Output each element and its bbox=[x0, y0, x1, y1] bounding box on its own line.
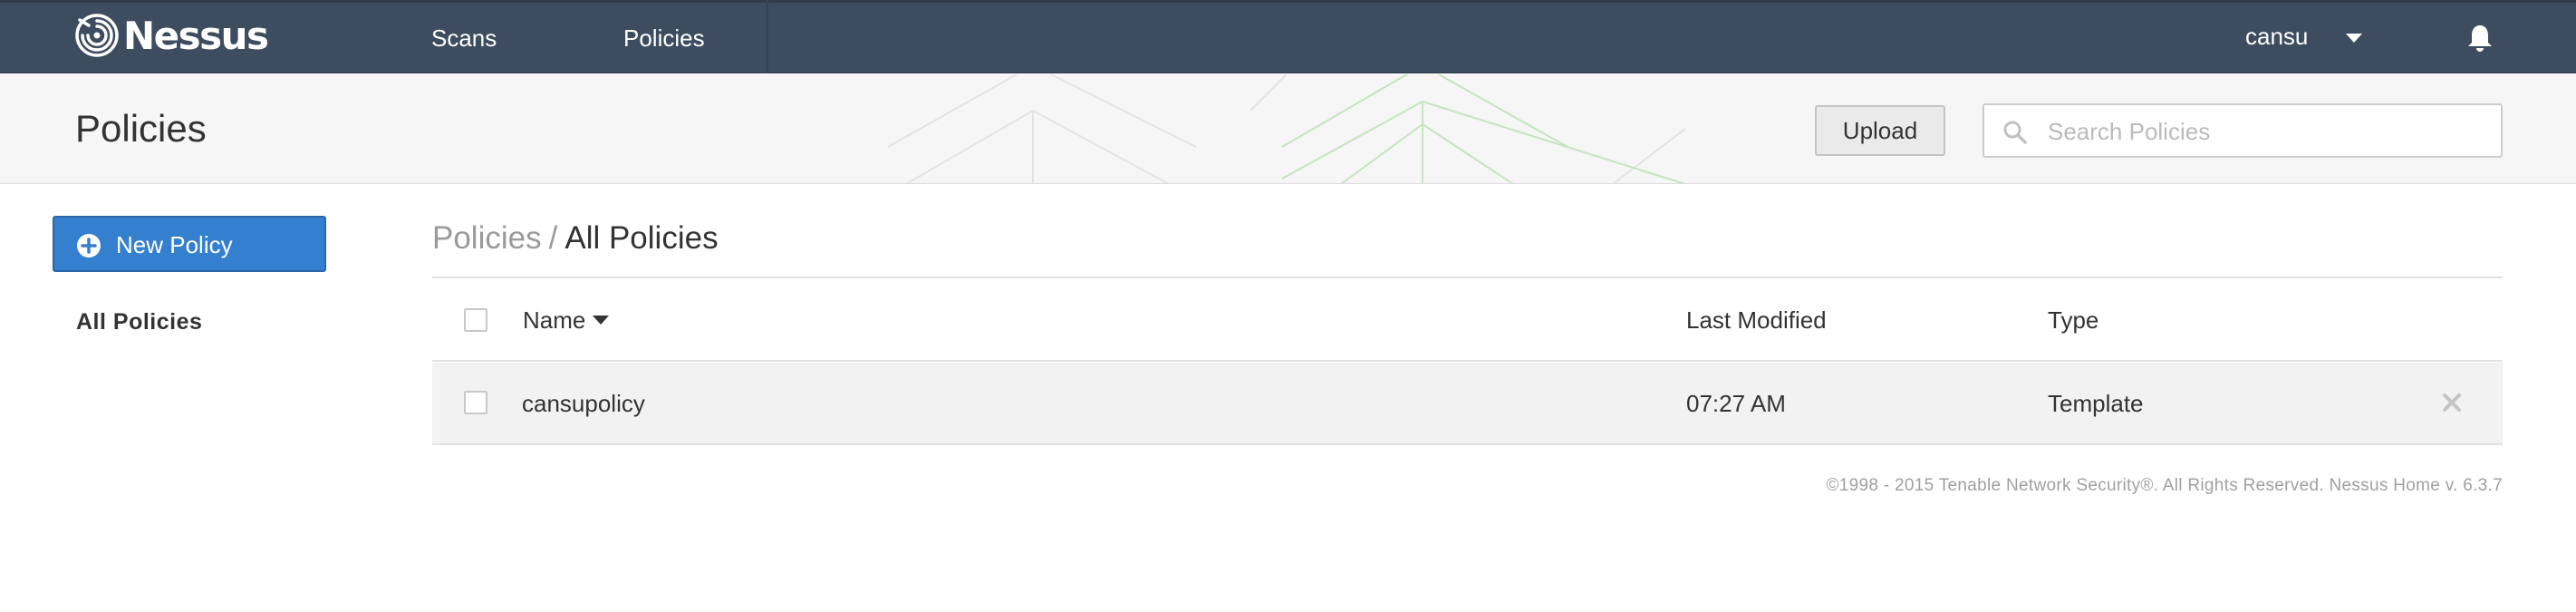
nessus-swirl-icon bbox=[75, 14, 119, 57]
column-header-name-label: Name bbox=[523, 306, 586, 334]
select-all-checkbox[interactable] bbox=[464, 308, 487, 332]
row-type: Template bbox=[2048, 390, 2144, 417]
background-pattern bbox=[887, 74, 1686, 183]
logo-text: Nessus bbox=[123, 13, 269, 58]
search-icon bbox=[2003, 121, 2027, 144]
row-last-modified: 07:27 AM bbox=[1686, 390, 1786, 417]
column-header-name[interactable]: Name bbox=[523, 278, 610, 362]
search-input[interactable] bbox=[2048, 116, 2483, 147]
nav-scans-link[interactable]: Scans bbox=[431, 0, 497, 73]
nav-divider bbox=[767, 0, 768, 73]
breadcrumb-parent-link[interactable]: Policies bbox=[432, 220, 542, 256]
upload-button[interactable]: Upload bbox=[1815, 105, 1945, 156]
column-header-type[interactable]: Type bbox=[2048, 278, 2098, 362]
breadcrumb: Policies / All Policies bbox=[432, 220, 719, 257]
sidebar-item-all-policies[interactable]: All Policies bbox=[76, 309, 202, 335]
plus-circle-icon bbox=[77, 234, 101, 257]
sort-desc-icon bbox=[593, 316, 610, 325]
top-nav-bar: Nessus Scans Policies cansu bbox=[0, 0, 2576, 73]
chevron-down-icon bbox=[2346, 33, 2363, 43]
footer-copyright: ©1998 - 2015 Tenable Network Security®. … bbox=[1826, 476, 2503, 495]
breadcrumb-current: All Policies bbox=[564, 220, 719, 256]
breadcrumb-separator: / bbox=[548, 220, 558, 256]
user-name: cansu bbox=[2245, 23, 2309, 50]
top-nav-edge bbox=[0, 0, 2576, 3]
title-band: Policies Upload bbox=[0, 74, 2576, 184]
nessus-logo[interactable]: Nessus bbox=[72, 11, 269, 60]
column-header-last-modified[interactable]: Last Modified bbox=[1686, 278, 1827, 362]
nav-policies-link[interactable]: Policies bbox=[623, 0, 705, 73]
row-policy-name: cansupolicy bbox=[522, 390, 645, 417]
close-icon[interactable] bbox=[2439, 390, 2465, 415]
table-row[interactable]: cansupolicy 07:27 AM Template bbox=[432, 363, 2503, 445]
page-title: Policies bbox=[75, 107, 207, 150]
user-menu[interactable]: cansu bbox=[2245, 0, 2363, 73]
new-policy-button[interactable]: New Policy bbox=[53, 216, 326, 272]
new-policy-label: New Policy bbox=[116, 231, 233, 258]
search-box bbox=[1983, 103, 2503, 158]
table-header: Name Last Modified Type bbox=[432, 278, 2503, 362]
row-checkbox[interactable] bbox=[464, 391, 487, 414]
bell-icon[interactable] bbox=[2466, 24, 2494, 53]
